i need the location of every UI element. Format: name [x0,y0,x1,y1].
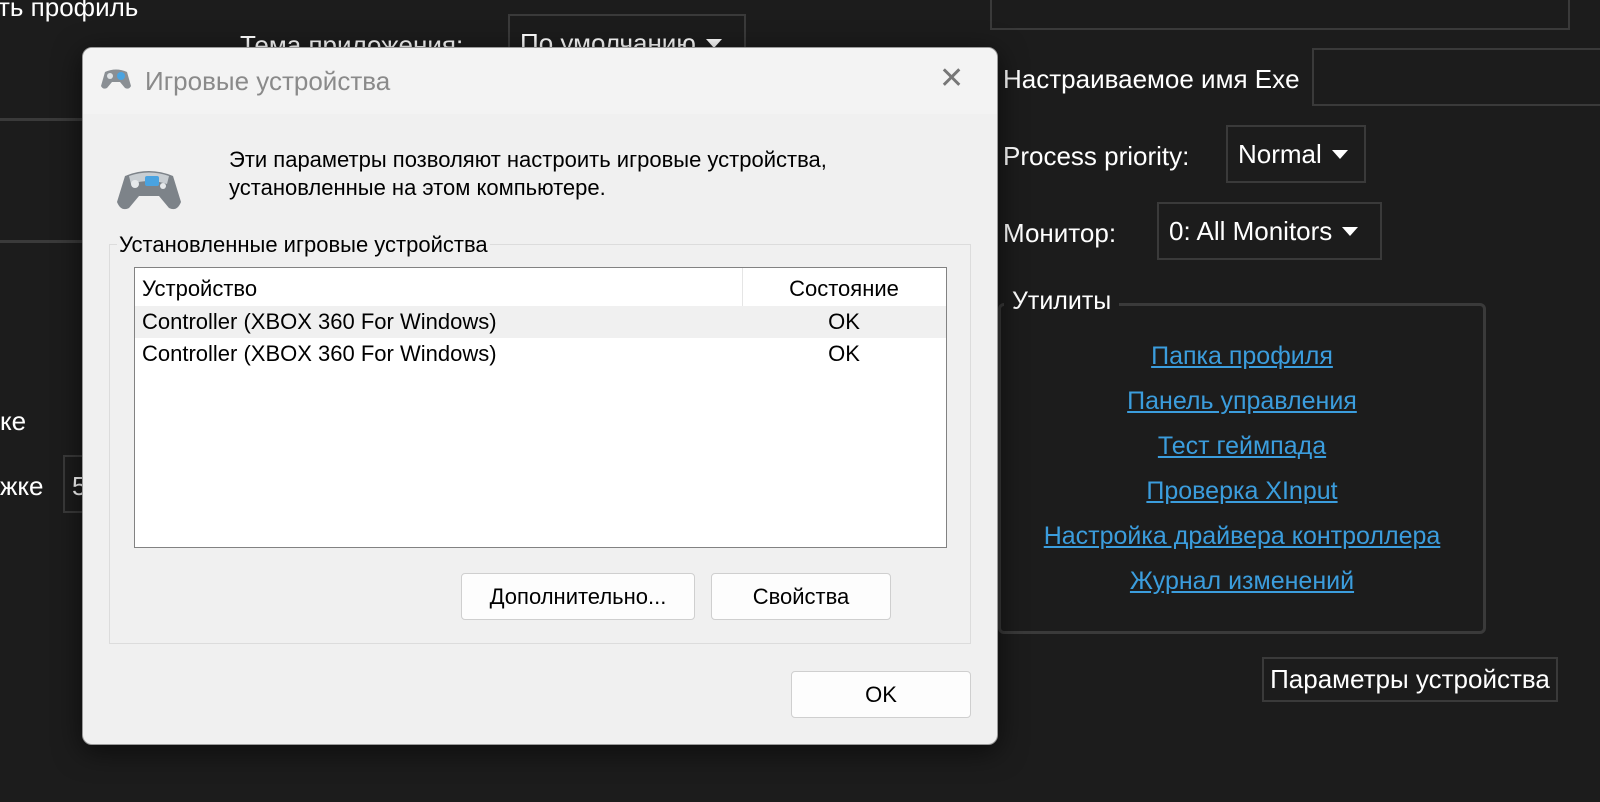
dialog-title: Игровые устройства [145,66,391,96]
divider [0,240,90,243]
ok-button[interactable]: OK [791,671,971,718]
description-line: установленные на этом компьютере. [229,175,606,200]
monitor-value: 0: All Monitors [1169,215,1333,246]
game-controllers-dialog: Игровые устройства ✕ Эти параметры позво… [82,47,998,745]
partial-label: ке [0,406,27,436]
close-icon[interactable]: ✕ [939,64,964,94]
chevron-down-icon [1331,149,1348,159]
partial-label: жке [0,471,44,501]
monitor-label: Монитор: [1003,218,1117,248]
profile-label: ть профиль [0,0,139,22]
devices-list[interactable]: Устройство Состояние Controller (XBOX 36… [134,267,947,548]
device-params-button[interactable]: Параметры устройства [1262,657,1558,702]
gamepad-icon [99,66,133,92]
utilities-legend: Утилиты [1004,287,1120,316]
column-header-status[interactable]: Состояние [742,276,946,302]
device-name: Controller (XBOX 360 For Windows) [142,341,497,366]
process-priority-label: Process priority: [1003,141,1190,171]
column-header-device[interactable]: Устройство [142,276,257,302]
installed-devices-label: Установленные игровые устройства [117,232,490,258]
list-header: Устройство Состояние [135,268,946,306]
link-xinput-check[interactable]: Проверка XInput [1001,477,1483,506]
link-changelog[interactable]: Журнал изменений [1001,567,1483,596]
gamepad-icon [115,164,183,214]
top-right-panel [990,0,1570,30]
utilities-group: Папка профиля Панель управления Тест гей… [998,303,1486,634]
device-name: Controller (XBOX 360 For Windows) [142,309,497,334]
description-line: Эти параметры позволяют настроить игровы… [229,147,827,172]
link-control-panel[interactable]: Панель управления [1001,387,1483,416]
exe-name-label: Настраиваемое имя Exe [1003,64,1300,94]
link-gamepad-test[interactable]: Тест геймпада [1001,432,1483,461]
dialog-description: Эти параметры позволяют настроить игровы… [229,146,929,202]
monitor-dropdown[interactable]: 0: All Monitors [1157,202,1382,260]
chevron-down-icon [1342,226,1359,236]
device-status: OK [828,341,860,366]
advanced-button[interactable]: Дополнительно... [461,573,695,620]
list-item[interactable]: Controller (XBOX 360 For Windows) OK [135,306,946,338]
properties-button[interactable]: Свойства [711,573,891,620]
link-profile-folder[interactable]: Папка профиля [1001,342,1483,371]
device-status: OK [828,309,860,334]
divider [0,118,90,121]
process-priority-dropdown[interactable]: Normal [1226,125,1366,183]
exe-name-input[interactable] [1312,48,1600,106]
process-priority-value: Normal [1238,138,1322,169]
link-controller-driver-setup[interactable]: Настройка драйвера контроллера [1001,522,1483,551]
list-item[interactable]: Controller (XBOX 360 For Windows) OK [135,338,946,370]
